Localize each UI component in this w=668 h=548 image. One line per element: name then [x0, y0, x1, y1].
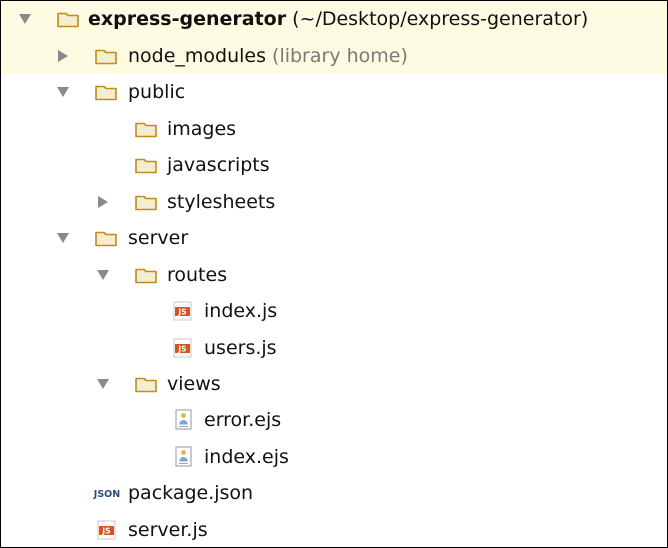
- tree-item-label: express-generator: [88, 8, 287, 30]
- tree-row-views[interactable]: views: [1, 366, 667, 402]
- tree-item-label: error.ejs: [204, 409, 282, 431]
- tree-item-label: package.json: [128, 482, 254, 504]
- svg-text:JS: JS: [101, 527, 110, 536]
- tree-item-label: views: [167, 373, 221, 395]
- chevron-down-icon[interactable]: [17, 11, 33, 27]
- tree-row-public[interactable]: public: [1, 74, 667, 110]
- folder-icon: [95, 49, 117, 65]
- folder-icon: [57, 12, 79, 28]
- tree-row-server-js[interactable]: JS server.js: [1, 512, 667, 547]
- folder-icon: [135, 158, 157, 174]
- svg-text:JS: JS: [177, 308, 186, 317]
- folder-icon: [95, 231, 117, 247]
- tree-row-index-js[interactable]: JS index.js: [1, 293, 667, 329]
- tree-row-images[interactable]: images: [1, 111, 667, 147]
- tree-row-javascripts[interactable]: javascripts: [1, 147, 667, 183]
- library-home-note: (library home): [272, 45, 408, 67]
- tree-item-label: index.ejs: [204, 446, 289, 468]
- tree-item-label: users.js: [204, 337, 277, 359]
- folder-icon: [135, 377, 157, 393]
- tree-item-label: node_modules: [128, 45, 267, 67]
- chevron-right-icon[interactable]: [55, 48, 71, 64]
- tree-row-error-ejs[interactable]: error.ejs: [1, 402, 667, 438]
- tree-row-stylesheets[interactable]: stylesheets: [1, 184, 667, 220]
- folder-icon: [135, 122, 157, 138]
- js-file-icon: JS: [97, 520, 116, 540]
- tree-row-users-js[interactable]: JS users.js: [1, 330, 667, 366]
- chevron-down-icon[interactable]: [95, 267, 111, 283]
- tree-item-label: images: [167, 118, 237, 140]
- json-file-icon: JSON: [93, 489, 120, 500]
- folder-icon: [95, 85, 117, 101]
- js-file-icon: JS: [173, 338, 192, 358]
- folder-icon: [135, 268, 157, 284]
- tree-item-label: public: [128, 81, 186, 103]
- chevron-down-icon[interactable]: [55, 84, 71, 100]
- tree-item-label: index.js: [204, 300, 278, 322]
- tree-item-label: server.js: [128, 519, 208, 541]
- chevron-down-icon[interactable]: [55, 230, 71, 246]
- svg-text:JSON: JSON: [93, 489, 120, 500]
- ejs-file-icon: [175, 446, 192, 467]
- tree-row-routes[interactable]: routes: [1, 257, 667, 293]
- tree-row-index-ejs[interactable]: index.ejs: [1, 439, 667, 475]
- chevron-down-icon[interactable]: [95, 376, 111, 392]
- tree-item-label: stylesheets: [167, 191, 276, 213]
- chevron-right-icon[interactable]: [95, 194, 111, 210]
- tree-row-package-json[interactable]: JSON package.json: [1, 475, 667, 511]
- tree-row-express-generator[interactable]: express-generator (~/Desktop/express-gen…: [1, 1, 667, 37]
- tree-item-path: (~/Desktop/express-generator): [292, 8, 589, 30]
- project-tree-panel: express-generator (~/Desktop/express-gen…: [0, 0, 668, 548]
- ejs-file-icon: [175, 409, 192, 430]
- folder-icon: [135, 195, 157, 211]
- tree-item-label: server: [128, 227, 189, 249]
- js-file-icon: JS: [173, 301, 192, 321]
- tree-row-server[interactable]: server: [1, 220, 667, 256]
- tree-item-label: routes: [167, 264, 228, 286]
- svg-text:JS: JS: [177, 345, 186, 354]
- tree-item-label: javascripts: [167, 154, 270, 176]
- tree-row-node-modules[interactable]: node_modules (library home): [1, 38, 667, 74]
